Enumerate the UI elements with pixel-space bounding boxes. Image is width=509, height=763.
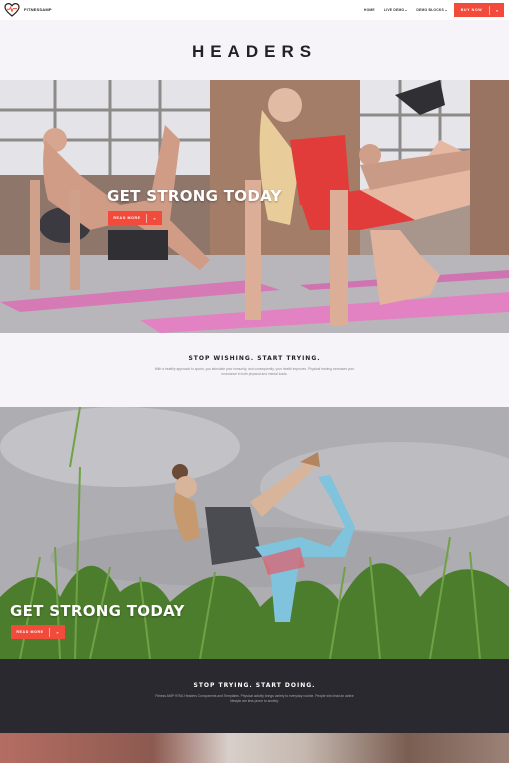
promo-body: Fitness AMP HTML Headers Components and … [155, 694, 354, 704]
nav-item-live-demo[interactable]: LIVE DEMO [383, 8, 408, 12]
promo-section-light: STOP WISHING. START TRYING. With a healt… [0, 333, 509, 407]
hero-heading: GET STRONG TODAY [10, 602, 185, 620]
hero-heading: GET STRONG TODAY [107, 187, 282, 205]
nav-item-label: DEMO BLOCKS [416, 8, 444, 12]
page: FITNESSAMP HOME LIVE DEMO DEMO BLOCKS BU… [0, 0, 509, 763]
chevron-down-icon [445, 9, 447, 11]
hero-section-outdoor-pose: GET STRONG TODAY READ MORE » [0, 407, 509, 659]
page-title: HEADERS [191, 42, 318, 61]
promo-body: With a healthy approach to sports, you s… [154, 367, 355, 377]
read-more-button[interactable]: READ MORE » [11, 625, 65, 639]
hero-section-partial [0, 733, 509, 763]
brand-name[interactable]: FITNESSAMP [24, 7, 52, 12]
double-chevron-right-icon: » [153, 215, 156, 221]
read-more-label: READ MORE [113, 216, 141, 220]
buy-now-button[interactable]: BUY NOW » [454, 3, 504, 17]
hero-section-yoga-class: GET STRONG TODAY READ MORE » [0, 80, 509, 333]
read-more-label: READ MORE [16, 630, 44, 634]
double-chevron-right-icon: » [56, 629, 59, 635]
nav-menu: HOME LIVE DEMO DEMO BLOCKS [364, 8, 447, 12]
hero-photo-outdoor-pose [0, 407, 509, 659]
promo-section-dark: STOP TRYING. START DOING. Fitness AMP HT… [0, 659, 509, 733]
chevron-down-icon [405, 9, 408, 11]
hero-photo-yoga-class [0, 80, 509, 333]
nav-item-demo-blocks[interactable]: DEMO BLOCKS [416, 8, 447, 12]
nav-item-label: HOME [363, 8, 375, 12]
promo-heading: STOP WISHING. START TRYING. [188, 355, 321, 362]
top-navbar: FITNESSAMP HOME LIVE DEMO DEMO BLOCKS BU… [0, 0, 509, 20]
double-chevron-right-icon: » [495, 7, 499, 13]
buy-now-label: BUY NOW [460, 8, 483, 12]
read-more-button[interactable]: READ MORE » [108, 211, 162, 225]
nav-item-home[interactable]: HOME [364, 8, 375, 12]
promo-heading: STOP TRYING. START DOING. [193, 682, 316, 689]
nav-item-label: LIVE DEMO [383, 8, 405, 12]
heart-pulse-icon[interactable] [4, 2, 20, 18]
